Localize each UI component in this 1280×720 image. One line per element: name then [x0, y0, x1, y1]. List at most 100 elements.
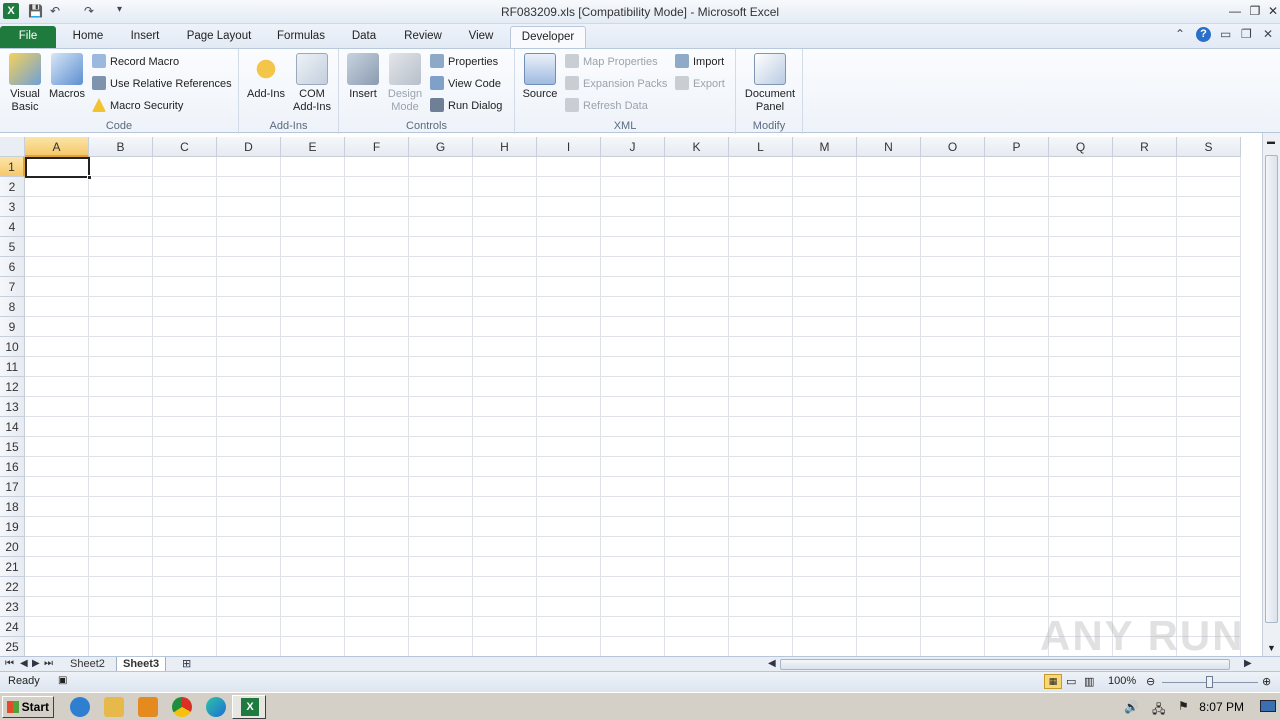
page-layout-view-icon[interactable]: ▭ [1066, 675, 1076, 688]
macro-security-button[interactable]: Macro Security [92, 97, 183, 115]
zoom-level[interactable]: 100% [1108, 675, 1136, 687]
tab-view[interactable]: View [460, 26, 502, 48]
view-code-button[interactable]: View Code [430, 75, 501, 93]
column-header-j[interactable]: J [601, 137, 665, 157]
row-header-1[interactable]: 1 [0, 157, 25, 177]
start-button[interactable]: Start [2, 696, 54, 718]
first-sheet-icon[interactable]: ⏮ [5, 657, 14, 671]
column-header-p[interactable]: P [985, 137, 1049, 157]
next-sheet-icon[interactable]: ▶ [32, 657, 40, 671]
column-header-r[interactable]: R [1113, 137, 1177, 157]
column-header-d[interactable]: D [217, 137, 281, 157]
row-header-17[interactable]: 17 [0, 477, 25, 497]
document-panel-button[interactable]: Document Panel [740, 53, 800, 114]
macro-record-icon[interactable]: ▣ [58, 675, 67, 686]
scroll-split-icon[interactable]: ▬ [1267, 137, 1275, 146]
row-header-19[interactable]: 19 [0, 517, 25, 537]
zoom-in-icon[interactable]: ⊕ [1262, 675, 1271, 688]
sheet-tab-sheet2[interactable]: Sheet2 [64, 657, 111, 672]
row-header-6[interactable]: 6 [0, 257, 25, 277]
active-cell[interactable] [25, 157, 92, 180]
row-header-10[interactable]: 10 [0, 337, 25, 357]
row-header-16[interactable]: 16 [0, 457, 25, 477]
network-icon[interactable]: 🖧 [1152, 700, 1165, 720]
row-header-5[interactable]: 5 [0, 237, 25, 257]
workbook-minimize-icon[interactable]: ▭ [1220, 27, 1231, 41]
row-header-11[interactable]: 11 [0, 357, 25, 377]
column-header-k[interactable]: K [665, 137, 729, 157]
tab-formulas[interactable]: Formulas [270, 26, 332, 48]
row-header-14[interactable]: 14 [0, 417, 25, 437]
tab-developer[interactable]: Developer [510, 26, 586, 48]
import-button[interactable]: Import [675, 53, 724, 71]
row-header-12[interactable]: 12 [0, 377, 25, 397]
worksheet-grid[interactable]: ABCDEFGHIJKLMNOPQRS 1 2 3 4 5 6 7 8 9 10 11 12 13 14 1… [0, 137, 1262, 656]
row-header-9[interactable]: 9 [0, 317, 25, 337]
media-player-icon[interactable] [138, 697, 158, 717]
column-header-c[interactable]: C [153, 137, 217, 157]
column-header-o[interactable]: O [921, 137, 985, 157]
column-header-m[interactable]: M [793, 137, 857, 157]
expansion-packs-button[interactable]: Expansion Packs [565, 75, 667, 93]
last-sheet-icon[interactable]: ⏭ [44, 657, 53, 671]
volume-icon[interactable]: 🔊 [1124, 700, 1139, 714]
use-relative-references-button[interactable]: Use Relative References [92, 75, 232, 93]
row-header-20[interactable]: 20 [0, 537, 25, 557]
visual-basic-button[interactable]: Visual Basic [4, 53, 46, 114]
tab-file[interactable]: File [0, 26, 56, 48]
select-all-corner[interactable] [0, 137, 25, 157]
insert-control-button[interactable]: Insert [343, 53, 383, 101]
scroll-right-icon[interactable]: ▶ [1244, 657, 1252, 671]
row-header-15[interactable]: 15 [0, 437, 25, 457]
column-header-g[interactable]: G [409, 137, 473, 157]
properties-button[interactable]: Properties [430, 53, 498, 71]
vertical-scrollbar[interactable]: ▬ ▼ [1262, 133, 1280, 656]
row-header-7[interactable]: 7 [0, 277, 25, 297]
row-header-18[interactable]: 18 [0, 497, 25, 517]
workbook-restore-icon[interactable]: ❐ [1241, 27, 1252, 41]
map-properties-button[interactable]: Map Properties [565, 53, 658, 71]
insert-sheet-icon[interactable]: ⊞ [182, 657, 191, 671]
action-center-icon[interactable]: ⚑ [1178, 699, 1189, 713]
normal-view-icon[interactable]: ▦ [1044, 674, 1062, 689]
row-header-13[interactable]: 13 [0, 397, 25, 417]
excel-taskbar-button[interactable]: X [232, 695, 266, 719]
row-header-23[interactable]: 23 [0, 597, 25, 617]
row-header-25[interactable]: 25 [0, 637, 25, 656]
addins-button[interactable]: Add-Ins [243, 53, 289, 101]
row-header-3[interactable]: 3 [0, 197, 25, 217]
horizontal-scroll-thumb[interactable] [780, 659, 1230, 670]
export-button[interactable]: Export [675, 75, 725, 93]
row-header-22[interactable]: 22 [0, 577, 25, 597]
zoom-out-icon[interactable]: ⊖ [1146, 675, 1155, 688]
column-header-a[interactable]: A [25, 137, 89, 157]
macros-button[interactable]: Macros [46, 53, 88, 101]
design-mode-button[interactable]: Design Mode [383, 53, 427, 114]
restore-icon[interactable]: ❐ [1246, 2, 1264, 20]
column-header-s[interactable]: S [1177, 137, 1241, 157]
tab-data[interactable]: Data [344, 26, 384, 48]
column-header-i[interactable]: I [537, 137, 601, 157]
vertical-scroll-thumb[interactable] [1265, 155, 1278, 623]
tab-insert[interactable]: Insert [122, 26, 168, 48]
tab-home[interactable]: Home [66, 26, 110, 48]
help-icon[interactable]: ? [1196, 27, 1211, 42]
file-explorer-icon[interactable] [104, 697, 124, 717]
edge-icon[interactable] [206, 697, 226, 717]
fill-handle[interactable] [87, 175, 92, 180]
tab-page-layout[interactable]: Page Layout [180, 26, 258, 48]
minimize-ribbon-icon[interactable]: ⌃ [1175, 27, 1185, 41]
close-icon[interactable]: ✕ [1264, 2, 1280, 20]
column-header-h[interactable]: H [473, 137, 537, 157]
refresh-data-button[interactable]: Refresh Data [565, 97, 648, 115]
tab-review[interactable]: Review [396, 26, 450, 48]
scroll-down-icon[interactable]: ▼ [1267, 643, 1276, 653]
column-header-n[interactable]: N [857, 137, 921, 157]
row-header-4[interactable]: 4 [0, 217, 25, 237]
minimize-icon[interactable]: — [1226, 2, 1244, 20]
run-dialog-button[interactable]: Run Dialog [430, 97, 502, 115]
com-addins-button[interactable]: COM Add-Ins [289, 53, 335, 114]
column-header-e[interactable]: E [281, 137, 345, 157]
column-header-l[interactable]: L [729, 137, 793, 157]
source-button[interactable]: Source [519, 53, 561, 101]
